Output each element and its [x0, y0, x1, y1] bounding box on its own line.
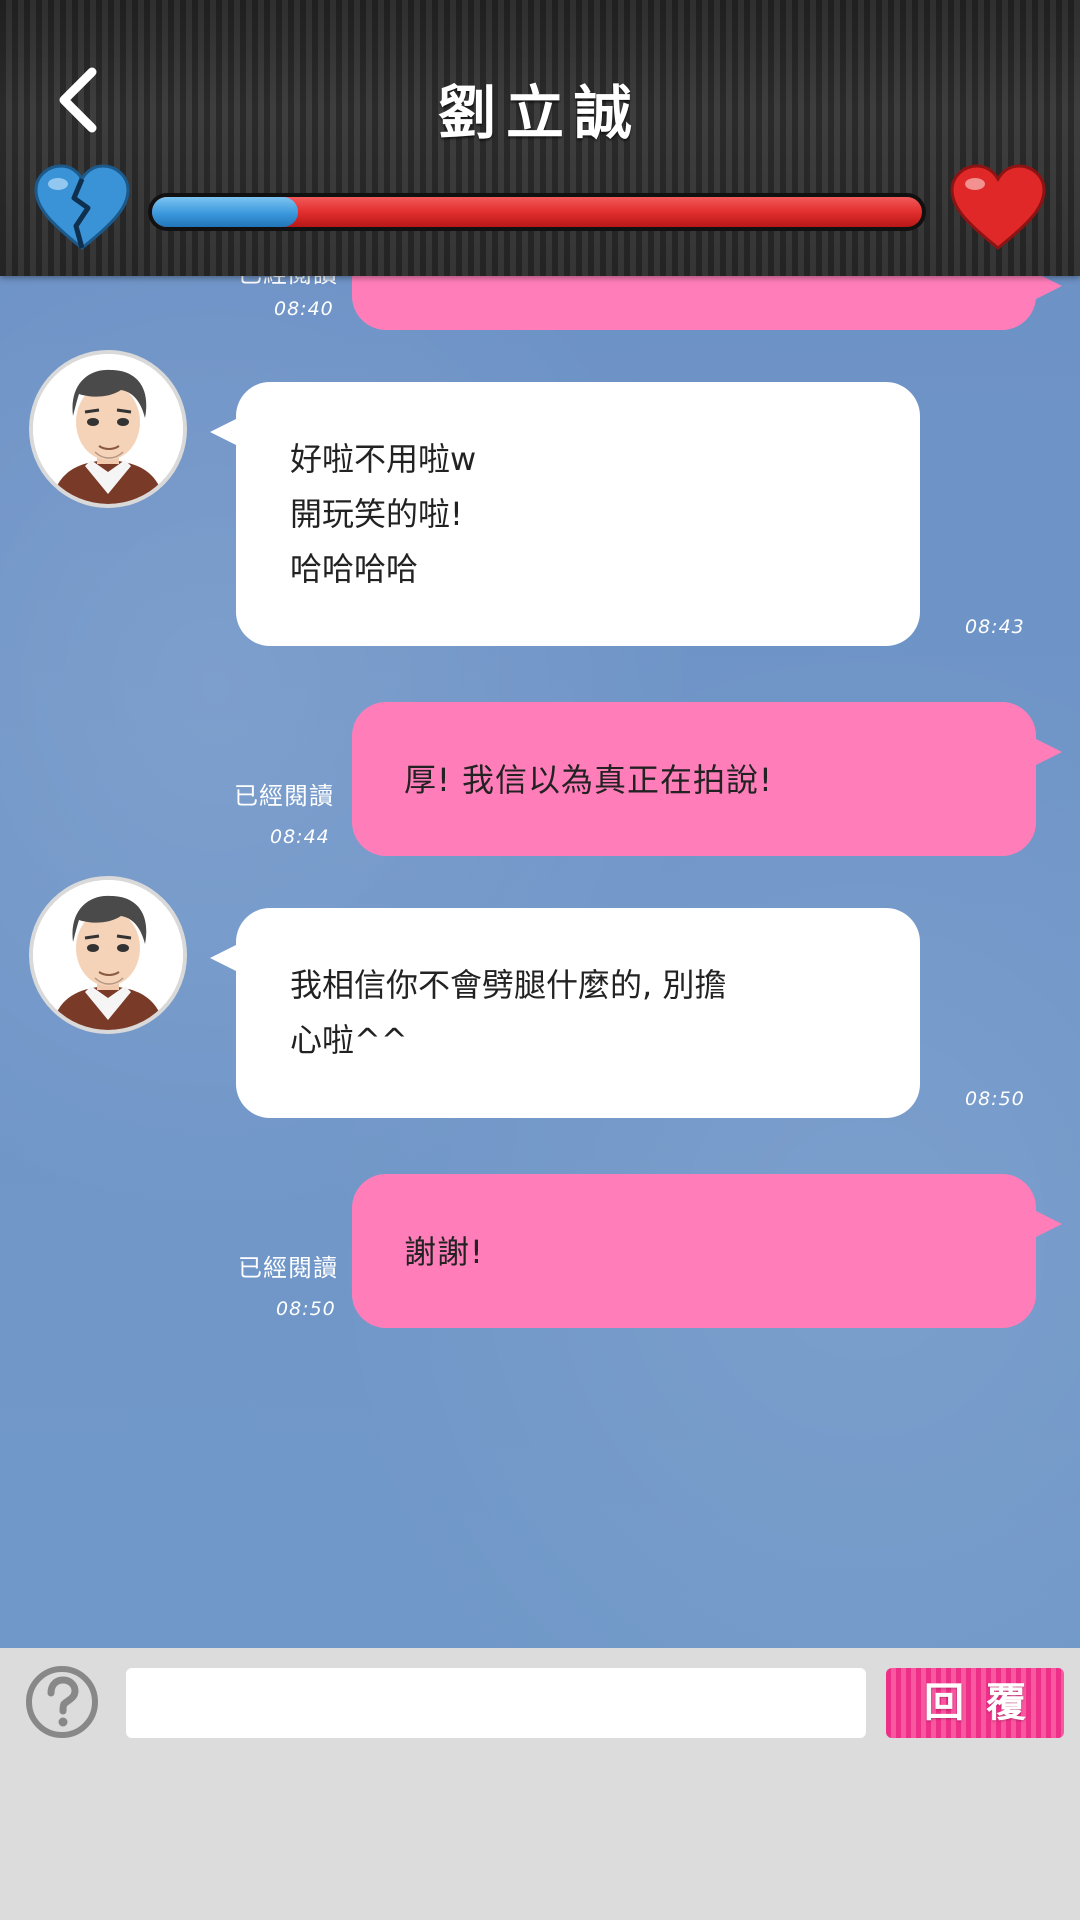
contact-name-title: 劉立誠: [437, 79, 642, 147]
message-time: 08:50: [276, 1298, 336, 1320]
avatar-portrait-icon: [33, 354, 183, 504]
bottom-blank-area: [0, 1752, 1080, 1920]
message-time: 08:43: [965, 616, 1025, 638]
broken-heart-icon: [32, 162, 132, 252]
reply-button[interactable]: 回覆: [886, 1668, 1064, 1738]
message-time: 08:44: [270, 826, 330, 848]
reply-bar: 回覆: [0, 1648, 1080, 1752]
question-mark-icon[interactable]: [24, 1664, 100, 1740]
incoming-message-bubble: 我相信你不會劈腿什麼的, 別擔 心啦^^: [210, 908, 920, 1118]
message-time: 08:50: [965, 1088, 1025, 1110]
contact-avatar[interactable]: [29, 350, 187, 508]
read-status: 已經閱讀: [234, 782, 334, 810]
contact-avatar[interactable]: [29, 876, 187, 1034]
avatar-portrait-icon: [33, 880, 183, 1030]
message-time: 08:40: [274, 298, 334, 320]
chat-area[interactable]: 已經閱讀 08:40 好啦不用啦w 開玩笑的啦! 哈哈哈哈 08:43 厚! 我…: [0, 276, 1080, 1648]
read-status: 已經閱讀: [238, 1254, 338, 1282]
outgoing-message-bubble: 厚! 我信以為真正在拍說!: [352, 702, 1062, 856]
outgoing-bubble-partial: [352, 276, 1062, 330]
heart-icon: [948, 162, 1048, 252]
affection-meter: [148, 193, 926, 231]
reply-input[interactable]: [126, 1668, 866, 1738]
incoming-message-bubble: 好啦不用啦w 開玩笑的啦! 哈哈哈哈: [210, 382, 920, 646]
chat-header: 劉立誠: [0, 0, 1080, 276]
outgoing-message-bubble: 謝謝!: [352, 1174, 1062, 1328]
read-status: 已經閱讀: [238, 276, 338, 289]
affection-meter-fill: [152, 197, 298, 227]
